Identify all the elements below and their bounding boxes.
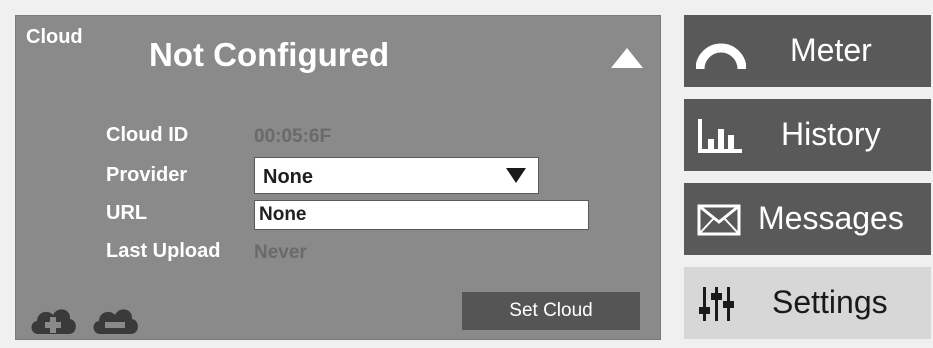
set-cloud-button[interactable]: Set Cloud	[462, 292, 640, 330]
nav-messages-button[interactable]: Messages	[684, 183, 931, 255]
cloud-panel: Cloud Not Configured Cloud ID 00:05:6F P…	[15, 15, 661, 340]
nav-history-button[interactable]: History	[684, 99, 931, 171]
cloud-id-value: 00:05:6F	[254, 126, 332, 147]
provider-dropdown[interactable]: None	[254, 157, 539, 194]
cloud-status-title: Not Configured	[149, 36, 390, 73]
collapse-triangle-icon[interactable]	[609, 46, 645, 70]
envelope-icon	[697, 204, 741, 236]
last-upload-label: Last Upload	[106, 240, 221, 262]
panel-tag: Cloud	[26, 26, 83, 48]
nav-meter-label: Meter	[790, 32, 872, 68]
url-label: URL	[106, 202, 148, 224]
nav-settings-button[interactable]: Settings	[684, 267, 931, 339]
last-upload-value: Never	[254, 242, 307, 263]
sliders-icon	[699, 287, 734, 321]
nav-history-label: History	[781, 116, 881, 152]
provider-label: Provider	[106, 164, 188, 186]
bar-chart-icon	[698, 119, 742, 153]
cloud-add-icon[interactable]	[28, 302, 78, 336]
nav-settings-label: Settings	[772, 284, 888, 320]
nav-meter-button[interactable]: Meter	[684, 15, 931, 87]
nav-messages-label: Messages	[758, 200, 904, 236]
cloud-remove-icon[interactable]	[90, 302, 140, 336]
url-field[interactable]	[254, 200, 589, 230]
provider-selected-value: None	[263, 166, 313, 188]
gauge-icon	[696, 43, 746, 70]
cloud-id-label: Cloud ID	[106, 124, 189, 146]
triangle-down-icon	[506, 168, 526, 183]
